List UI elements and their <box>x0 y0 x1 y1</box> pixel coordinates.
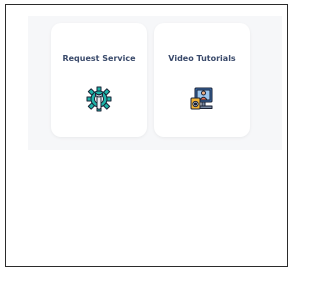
video-tutorials-label: Video Tutorials <box>168 54 236 63</box>
services-panel: Request Service Video Tutorials <box>28 16 282 150</box>
video-tutorials-card[interactable]: Video Tutorials <box>154 23 250 137</box>
video-tutorial-icon <box>189 86 215 112</box>
gear-wrench-icon <box>86 86 112 112</box>
content-frame: Request Service Video Tutorials <box>5 4 288 267</box>
request-service-card[interactable]: Request Service <box>51 23 147 137</box>
request-service-label: Request Service <box>62 54 136 63</box>
